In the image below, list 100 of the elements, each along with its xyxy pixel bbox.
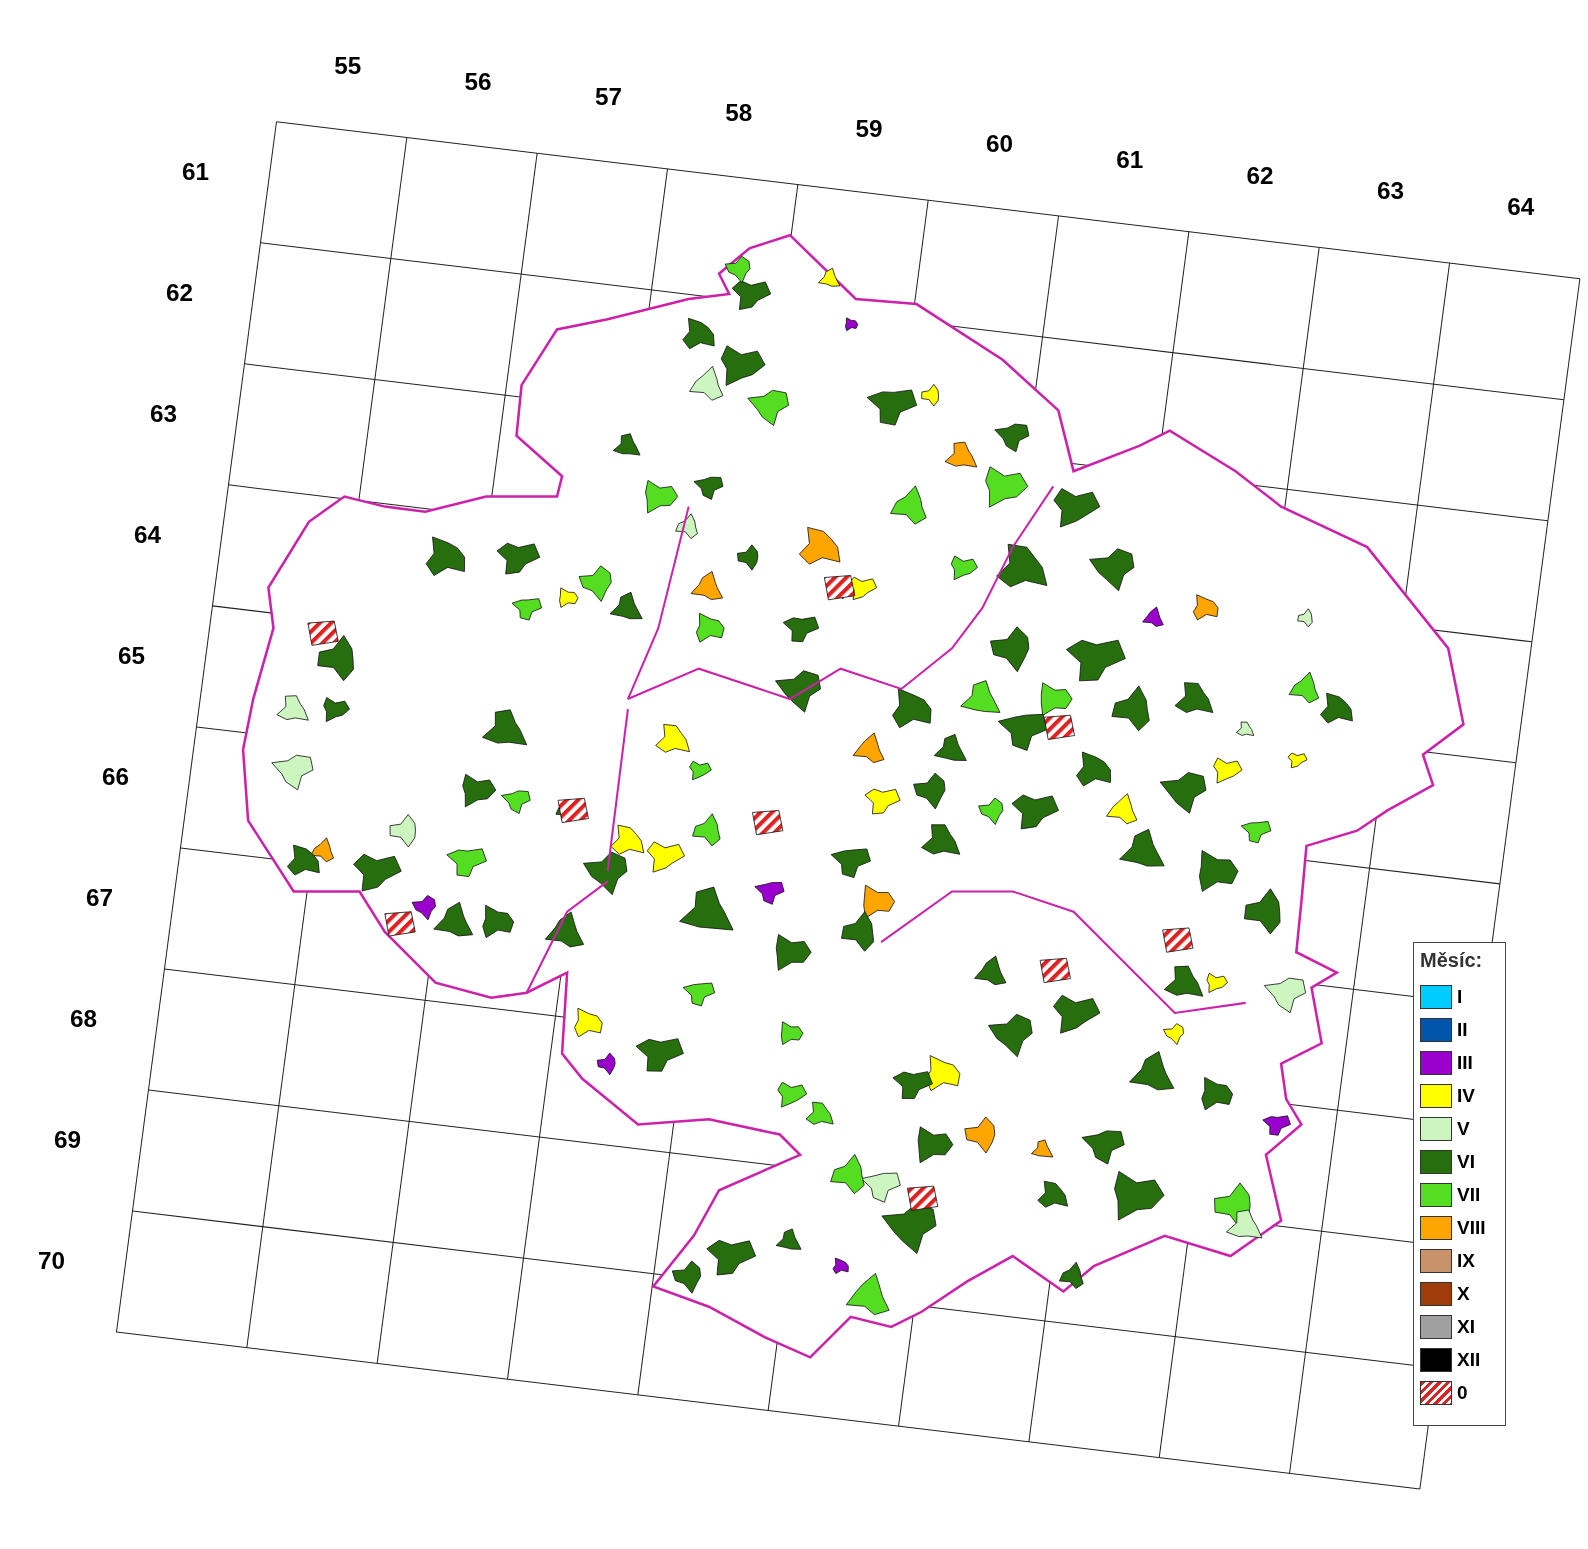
district-patch	[446, 848, 487, 877]
district-patch	[1297, 608, 1313, 628]
district-patch	[544, 911, 585, 948]
legend-label: 0	[1457, 1382, 1468, 1404]
district-patch	[720, 345, 766, 386]
district-patch	[574, 1007, 603, 1038]
district-patch	[271, 754, 314, 791]
district-patch	[892, 1071, 933, 1099]
column-label: 58	[725, 99, 753, 126]
district-patch	[775, 1228, 802, 1250]
district-patch	[1053, 488, 1101, 528]
district-patch	[1320, 692, 1353, 724]
district-patch	[1263, 977, 1307, 1014]
row-label: 67	[86, 884, 114, 912]
column-label: 56	[464, 67, 492, 95]
district-patch	[866, 389, 918, 426]
district-patch	[482, 904, 515, 939]
column-label: 64	[1507, 193, 1535, 221]
district-patch	[1287, 752, 1308, 769]
column-label: 61	[1116, 146, 1144, 174]
district-patch	[1201, 1077, 1234, 1111]
district-patch	[1163, 1023, 1184, 1045]
row-label: 65	[118, 642, 146, 670]
hatched-patch	[907, 1185, 939, 1211]
district-patch	[671, 1260, 702, 1294]
legend-label: VIII	[1457, 1217, 1486, 1239]
district-patch	[692, 813, 721, 847]
district-patch	[276, 695, 309, 721]
hatched-patch	[384, 911, 416, 937]
district-patch	[481, 709, 528, 746]
district-patch	[921, 824, 961, 855]
district-patch	[682, 982, 716, 1007]
row-label: 64	[134, 521, 162, 549]
district-patch	[1037, 1180, 1068, 1208]
district-patch	[996, 543, 1048, 588]
district-patch	[496, 542, 541, 575]
district-patch	[978, 797, 1004, 825]
district-patch	[609, 591, 643, 620]
district-patch	[818, 267, 841, 287]
district-patch	[921, 383, 939, 407]
district-patch	[974, 955, 1007, 986]
column-label: 60	[985, 130, 1013, 158]
district-patch	[462, 773, 497, 808]
district-patch	[287, 844, 320, 876]
row-label: 70	[38, 1247, 66, 1275]
row-label: 63	[150, 400, 178, 428]
column-label: 62	[1246, 161, 1274, 189]
row-label: 61	[182, 158, 210, 186]
district-patch	[892, 688, 932, 729]
district-patch	[994, 423, 1030, 453]
row-label: 68	[70, 1005, 98, 1033]
district-patch	[389, 814, 416, 848]
district-patch	[1199, 850, 1239, 892]
district-patch	[511, 598, 543, 621]
district-patch	[646, 841, 685, 873]
legend-label: I	[1457, 986, 1463, 1008]
district-patch	[1142, 606, 1164, 627]
district-patch	[655, 723, 690, 753]
district-patch	[1053, 994, 1101, 1034]
district-patch	[706, 1239, 757, 1276]
district-patch	[1262, 1115, 1291, 1136]
district-patch	[1244, 888, 1281, 935]
district-patch	[1114, 1171, 1165, 1221]
district-patch	[917, 1126, 954, 1164]
district-patch	[1174, 682, 1214, 713]
district-patch	[798, 527, 841, 565]
district-patch	[780, 1021, 804, 1045]
district-patch	[805, 1101, 834, 1125]
district-patch	[933, 734, 967, 761]
district-patch	[323, 697, 350, 723]
district-patch	[964, 1116, 996, 1154]
column-label: 63	[1376, 177, 1404, 205]
district-patch	[353, 853, 402, 892]
district-patch	[890, 485, 927, 525]
district-patch	[1288, 671, 1320, 704]
district-patch	[425, 536, 466, 576]
legend-label: IX	[1457, 1250, 1475, 1272]
district-patch	[950, 555, 978, 581]
hatched-patch	[752, 810, 784, 836]
district-patch	[1089, 548, 1135, 592]
district-patch	[864, 788, 901, 815]
district-patch	[310, 837, 334, 863]
district-patch	[1213, 757, 1243, 784]
hatched-patch	[823, 575, 856, 601]
district-patch	[317, 635, 354, 682]
district-patch	[737, 544, 759, 571]
row-label: 62	[166, 279, 194, 307]
district-patch	[690, 571, 723, 600]
legend-label: VII	[1457, 1184, 1481, 1206]
district-patch	[695, 612, 725, 643]
district-patch	[682, 317, 715, 350]
district-patch	[1106, 793, 1138, 825]
legend-label: X	[1457, 1283, 1470, 1305]
district-patch	[841, 911, 874, 952]
district-patch	[1159, 772, 1207, 814]
district-patch	[830, 1153, 865, 1195]
district-patch	[777, 1081, 808, 1108]
hatched-patch	[307, 620, 339, 646]
district-patch	[1192, 594, 1219, 621]
district-patch	[775, 670, 821, 713]
